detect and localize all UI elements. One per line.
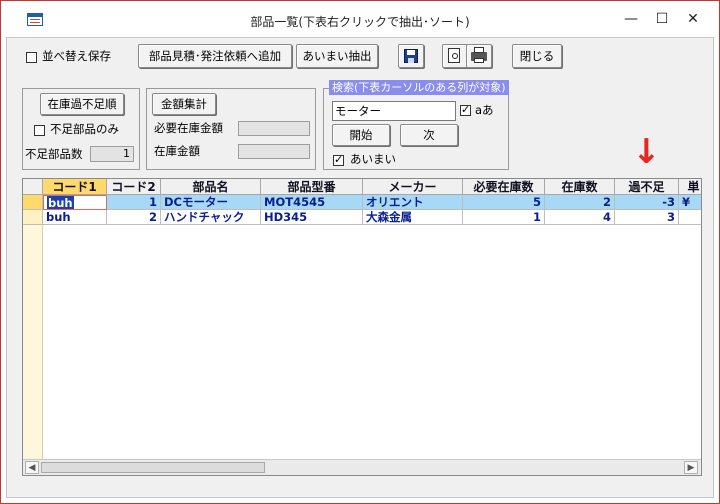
search-group-title: 検索(下表カーソルのある列が対象) <box>329 80 509 95</box>
table-cell[interactable]: 2 <box>107 210 161 225</box>
shortage-order-button[interactable]: 在庫過不足順 <box>40 93 124 115</box>
table-cell[interactable]: -3 <box>615 195 679 210</box>
table-cell[interactable]: 1 <box>463 210 545 225</box>
kana-label: aあ <box>475 103 494 117</box>
table-cell[interactable]: 大森金属 <box>363 210 463 225</box>
shortage-count-field: 1 <box>90 146 134 162</box>
annotation-arrow: ↓ <box>632 132 661 172</box>
datasheet-grid: コード1 コード2 部品名 部品型番 メーカー 必要在庫数 在庫数 過不足 単 … <box>22 178 702 476</box>
table-cell[interactable]: オリエント <box>363 195 463 210</box>
shortage-count-label: 不足部品数 <box>25 147 83 161</box>
fuzzy-label: あいまい <box>350 152 396 166</box>
table-cell[interactable]: DCモーター <box>161 195 261 210</box>
print-preview-button[interactable] <box>442 44 468 68</box>
table-cell[interactable] <box>679 210 701 225</box>
fuzzy-checkbox[interactable] <box>333 153 344 166</box>
maximize-button[interactable]: ☐ <box>646 7 678 31</box>
sort-save-label: 並べ替え保存 <box>42 49 111 63</box>
search-input[interactable]: モーター <box>332 101 456 121</box>
column-header-code2[interactable]: コード2 <box>107 179 161 195</box>
minimize-button[interactable]: — <box>615 7 647 31</box>
scroll-right-icon[interactable]: ▶ <box>684 461 698 474</box>
row-selector[interactable] <box>23 210 43 225</box>
print-preview-icon <box>448 48 460 63</box>
column-header-maker[interactable]: メーカー <box>363 179 463 195</box>
close-window-button[interactable]: ✕ <box>677 7 709 31</box>
print-button[interactable] <box>466 44 492 68</box>
sort-save-checkbox[interactable] <box>26 52 37 63</box>
search-start-button[interactable]: 開始 <box>332 124 390 146</box>
amount-calc-button[interactable]: 金額集計 <box>152 93 216 115</box>
column-header-part-name[interactable]: 部品名 <box>161 179 261 195</box>
save-button[interactable] <box>398 44 424 68</box>
cell-text: buh <box>47 196 74 210</box>
table-cell[interactable]: buh <box>43 210 107 225</box>
table-cell[interactable]: 5 <box>463 195 545 210</box>
close-form-button[interactable]: 閉じる <box>512 44 562 68</box>
window-title: 部品一覧(下表右クリックで抽出･ソート) <box>250 15 470 29</box>
search-next-button[interactable]: 次 <box>400 124 458 146</box>
table-cell[interactable]: ¥ <box>679 195 701 210</box>
table-cell[interactable]: ハンドチャック <box>161 210 261 225</box>
shortage-only-checkbox[interactable] <box>34 125 45 136</box>
row-selector-strip <box>23 225 43 459</box>
column-header-required-stock[interactable]: 必要在庫数 <box>463 179 545 195</box>
column-header-code1[interactable]: コード1 <box>43 179 107 195</box>
shortage-only-label: 不足部品のみ <box>50 122 119 136</box>
horizontal-scrollbar[interactable]: ◀ ▶ <box>23 459 701 475</box>
table-cell[interactable]: 2 <box>545 195 615 210</box>
row-selector[interactable] <box>23 195 43 210</box>
table-cell[interactable]: 1 <box>107 195 161 210</box>
stock-amount-field <box>238 144 310 159</box>
column-header-unit[interactable]: 単 <box>679 179 701 195</box>
printer-icon <box>471 47 487 63</box>
table-cell[interactable]: 4 <box>545 210 615 225</box>
select-all-corner[interactable] <box>23 179 43 195</box>
column-header-stock[interactable]: 在庫数 <box>545 179 615 195</box>
stock-amount-label: 在庫金額 <box>154 144 200 158</box>
floppy-disk-icon <box>404 49 418 63</box>
required-amount-label: 必要在庫金額 <box>154 121 223 135</box>
table-cell[interactable]: MOT4545 <box>261 195 363 210</box>
scroll-left-icon[interactable]: ◀ <box>25 461 39 474</box>
table-cell[interactable]: buh <box>43 195 107 210</box>
column-header-part-model[interactable]: 部品型番 <box>261 179 363 195</box>
scrollbar-thumb[interactable] <box>41 462 265 473</box>
required-amount-field <box>238 121 310 136</box>
table-cell[interactable]: 3 <box>615 210 679 225</box>
column-header-surplus-shortage[interactable]: 過不足 <box>615 179 679 195</box>
add-to-request-button[interactable]: 部品見積･発注依頼へ追加 <box>138 44 292 68</box>
fuzzy-extract-button[interactable]: あいまい抽出 <box>296 44 378 68</box>
table-cell[interactable]: HD345 <box>261 210 363 225</box>
kana-checkbox[interactable] <box>460 103 471 116</box>
title-bar: 部品一覧(下表右クリックで抽出･ソート) — ☐ ✕ <box>1 1 719 37</box>
